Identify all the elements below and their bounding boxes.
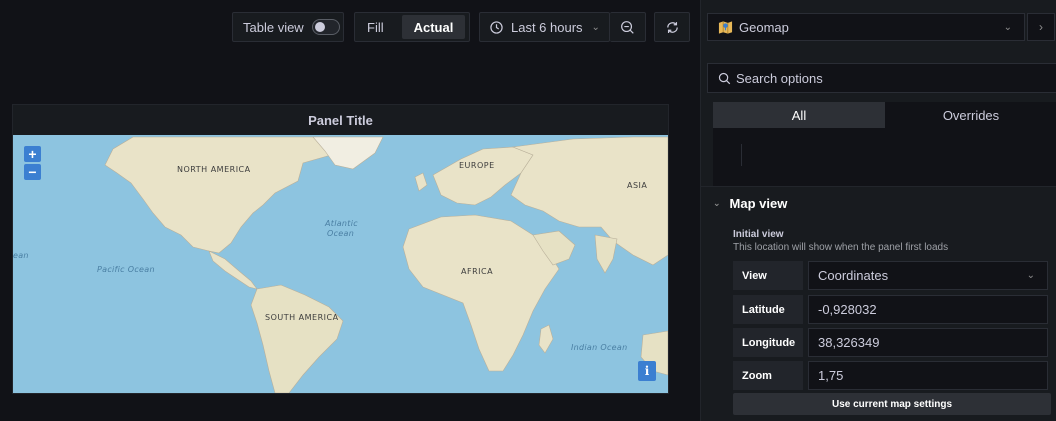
options-pane: Geomap ⌄ › All Overrides ⌄ Map view Init… [700,0,1056,421]
chevron-down-icon: ⌄ [1003,21,1012,33]
collapse-options-button[interactable]: › [1027,13,1055,41]
chevron-right-icon: › [1039,20,1043,34]
time-range-picker[interactable]: Last 6 hours ⌄ [479,12,610,42]
geomap-panel: Panel Title NORTH AMERICA EUROPE ASIA At… [12,104,669,394]
table-view-toggle[interactable]: Table view [232,12,344,42]
longitude-label: Longitude [733,328,803,357]
tab-overrides[interactable]: Overrides [885,102,1056,128]
map-view-section-header[interactable]: ⌄ Map view [713,196,787,211]
divider [741,144,742,166]
world-map-graphic [13,135,668,393]
section-divider [701,186,1056,187]
clock-icon [490,20,503,34]
zoom-input[interactable] [818,368,1018,383]
zoom-out-button[interactable] [610,12,646,42]
table-view-label: Table view [243,19,304,35]
time-range-label: Last 6 hours [511,19,583,35]
refresh-icon [666,21,678,33]
visualization-picker[interactable]: Geomap ⌄ [707,13,1025,41]
actual-button[interactable]: Actual [401,15,466,39]
initial-view-description: This location will show when the panel f… [733,242,949,253]
panel-title[interactable]: Panel Title [13,105,668,135]
map-view-title: Map view [729,196,788,211]
tab-content-area [713,128,1056,186]
latitude-row: Latitude [733,295,1048,324]
zoom-label: Zoom [733,361,803,390]
map-label-africa: AFRICA [461,267,494,276]
tab-all[interactable]: All [713,102,885,128]
search-options-input[interactable] [736,70,1036,86]
use-current-map-settings-button[interactable]: Use current map settings [733,393,1051,415]
map-label-north-america: NORTH AMERICA [177,165,251,174]
map-label-europe: EUROPE [459,161,495,170]
view-row: View Coordinates ⌄ [733,261,1048,290]
refresh-button[interactable] [654,12,690,42]
fill-button[interactable]: Fill [355,13,396,41]
longitude-row: Longitude [733,328,1048,357]
map-label-atlantic-1: Atlantic [325,219,358,228]
world-map[interactable]: NORTH AMERICA EUROPE ASIA Atlantic Ocean… [13,135,668,393]
map-label-ocean-edge: ean [13,251,29,260]
map-label-indian: Indian Ocean [571,343,628,352]
map-label-atlantic-2: Ocean [327,229,355,238]
map-label-asia: ASIA [627,181,648,190]
longitude-input[interactable] [818,335,1018,350]
initial-view-label: Initial view [733,229,784,240]
dashboard-toolbar: Table view Fill Actual Last 6 hours ⌄ [0,0,700,48]
map-label-pacific: Pacific Ocean [97,265,155,274]
zoom-out-icon [621,20,634,34]
view-select[interactable]: Coordinates ⌄ [808,261,1048,290]
map-zoom-controls: + − [24,146,42,180]
longitude-field[interactable] [808,328,1048,357]
chevron-down-icon: ⌄ [591,21,600,33]
latitude-field[interactable] [808,295,1048,324]
zoom-in-button[interactable]: + [24,146,41,162]
options-tabs: All Overrides [713,102,1056,128]
chevron-down-icon: ⌄ [1026,270,1035,281]
zoom-field[interactable] [808,361,1048,390]
map-info-button[interactable]: i [638,361,656,381]
latitude-input[interactable] [818,302,1018,317]
latitude-label: Latitude [733,295,803,324]
zoom-out-map-button[interactable]: − [24,164,41,180]
geomap-icon [718,20,733,34]
search-options[interactable] [707,63,1056,93]
toggle-switch[interactable] [311,19,340,35]
view-select-value: Coordinates [818,268,889,283]
view-label: View [733,261,803,290]
zoom-row: Zoom [733,361,1048,390]
visualization-name: Geomap [739,19,789,35]
chevron-down-icon: ⌄ [713,198,721,208]
map-label-south-america: SOUTH AMERICA [265,313,339,322]
search-icon [718,72,731,84]
fill-actual-switch: Fill Actual [354,12,470,42]
